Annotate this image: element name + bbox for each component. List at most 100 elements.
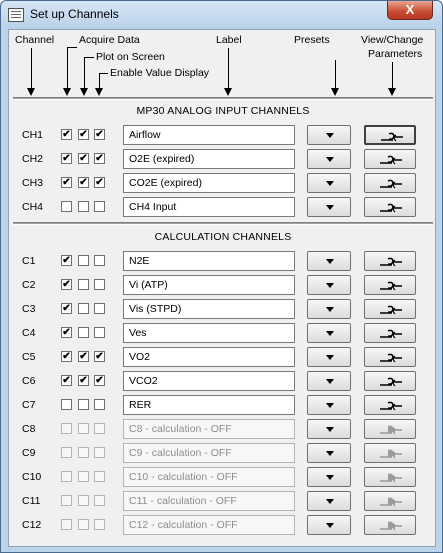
enable-checkbox[interactable] bbox=[94, 495, 105, 506]
view-change-parameters-button[interactable] bbox=[364, 491, 416, 511]
plot-checkbox[interactable] bbox=[78, 447, 89, 458]
presets-dropdown-button[interactable] bbox=[307, 173, 351, 193]
channel-label-input[interactable]: C10 - calculation - OFF bbox=[123, 467, 295, 487]
acquire-checkbox[interactable] bbox=[61, 255, 72, 266]
presets-dropdown-button[interactable] bbox=[307, 443, 351, 463]
plot-checkbox[interactable] bbox=[78, 495, 89, 506]
acquire-checkbox[interactable] bbox=[61, 447, 72, 458]
acquire-checkbox[interactable] bbox=[61, 519, 72, 530]
enable-checkbox[interactable] bbox=[94, 153, 105, 164]
plot-checkbox[interactable] bbox=[78, 471, 89, 482]
enable-checkbox[interactable] bbox=[94, 447, 105, 458]
enable-checkbox[interactable] bbox=[94, 177, 105, 188]
presets-dropdown-button[interactable] bbox=[307, 251, 351, 271]
plot-checkbox[interactable] bbox=[78, 303, 89, 314]
presets-dropdown-button[interactable] bbox=[307, 125, 351, 145]
view-change-parameters-button[interactable] bbox=[364, 173, 416, 193]
presets-dropdown-button[interactable] bbox=[307, 323, 351, 343]
close-button[interactable]: X bbox=[387, 1, 433, 20]
dropdown-triangle-icon bbox=[326, 157, 334, 162]
acquire-checkbox[interactable] bbox=[61, 399, 72, 410]
channel-label-input[interactable]: O2E (expired) bbox=[123, 149, 295, 169]
enable-checkbox[interactable] bbox=[94, 279, 105, 290]
channel-label-input[interactable]: C8 - calculation - OFF bbox=[123, 419, 295, 439]
channel-label-input[interactable]: C11 - calculation - OFF bbox=[123, 491, 295, 511]
channel-label-input[interactable]: VCO2 bbox=[123, 371, 295, 391]
enable-checkbox[interactable] bbox=[94, 471, 105, 482]
view-change-parameters-button[interactable] bbox=[364, 197, 416, 217]
view-change-parameters-button[interactable] bbox=[364, 275, 416, 295]
view-change-parameters-button[interactable] bbox=[364, 251, 416, 271]
title-bar[interactable]: Set up Channels X bbox=[1, 1, 442, 29]
presets-dropdown-button[interactable] bbox=[307, 197, 351, 217]
channel-label-input[interactable]: C12 - calculation - OFF bbox=[123, 515, 295, 535]
plot-checkbox[interactable] bbox=[78, 279, 89, 290]
acquire-checkbox[interactable] bbox=[61, 471, 72, 482]
plot-checkbox[interactable] bbox=[78, 177, 89, 188]
presets-dropdown-button[interactable] bbox=[307, 395, 351, 415]
channel-label-input[interactable]: VO2 bbox=[123, 347, 295, 367]
channel-label-input[interactable]: C9 - calculation - OFF bbox=[123, 443, 295, 463]
enable-checkbox[interactable] bbox=[94, 351, 105, 362]
plot-checkbox[interactable] bbox=[78, 129, 89, 140]
channel-label-input[interactable]: CO2E (expired) bbox=[123, 173, 295, 193]
analog-section-divider bbox=[13, 97, 433, 100]
presets-dropdown-button[interactable] bbox=[307, 467, 351, 487]
plot-checkbox[interactable] bbox=[78, 327, 89, 338]
presets-dropdown-button[interactable] bbox=[307, 515, 351, 535]
enable-checkbox[interactable] bbox=[94, 519, 105, 530]
presets-dropdown-button[interactable] bbox=[307, 419, 351, 439]
acquire-checkbox[interactable] bbox=[61, 177, 72, 188]
enable-checkbox[interactable] bbox=[94, 423, 105, 434]
view-change-parameters-button[interactable] bbox=[364, 323, 416, 343]
presets-dropdown-button[interactable] bbox=[307, 149, 351, 169]
plot-checkbox[interactable] bbox=[78, 351, 89, 362]
view-change-parameters-button[interactable] bbox=[364, 443, 416, 463]
view-change-parameters-button[interactable] bbox=[364, 467, 416, 487]
presets-dropdown-button[interactable] bbox=[307, 299, 351, 319]
view-change-parameters-button[interactable] bbox=[364, 419, 416, 439]
channel-label-input[interactable]: Vi (ATP) bbox=[123, 275, 295, 295]
plot-checkbox[interactable] bbox=[78, 375, 89, 386]
channel-label-input[interactable]: Ves bbox=[123, 323, 295, 343]
acquire-checkbox[interactable] bbox=[61, 351, 72, 362]
view-change-parameters-button[interactable] bbox=[364, 149, 416, 169]
view-change-parameters-button[interactable] bbox=[364, 395, 416, 415]
plot-checkbox[interactable] bbox=[78, 423, 89, 434]
channel-label-input[interactable]: N2E bbox=[123, 251, 295, 271]
presets-dropdown-button[interactable] bbox=[307, 347, 351, 367]
acquire-checkbox[interactable] bbox=[61, 303, 72, 314]
acquire-checkbox[interactable] bbox=[61, 153, 72, 164]
plot-checkbox[interactable] bbox=[78, 201, 89, 212]
enable-checkbox[interactable] bbox=[94, 255, 105, 266]
view-change-parameters-button[interactable] bbox=[364, 371, 416, 391]
acquire-checkbox[interactable] bbox=[61, 423, 72, 434]
acquire-checkbox[interactable] bbox=[61, 129, 72, 140]
plot-checkbox[interactable] bbox=[78, 519, 89, 530]
acquire-checkbox[interactable] bbox=[61, 375, 72, 386]
presets-dropdown-button[interactable] bbox=[307, 275, 351, 295]
channel-label-input[interactable]: RER bbox=[123, 395, 295, 415]
enable-checkbox[interactable] bbox=[94, 375, 105, 386]
channel-label-input[interactable]: CH4 Input bbox=[123, 197, 295, 217]
channel-label-input[interactable]: Airflow bbox=[123, 125, 295, 145]
acquire-checkbox[interactable] bbox=[61, 495, 72, 506]
acquire-checkbox[interactable] bbox=[61, 327, 72, 338]
presets-dropdown-button[interactable] bbox=[307, 491, 351, 511]
enable-checkbox[interactable] bbox=[94, 129, 105, 140]
channel-label-input[interactable]: Vis (STPD) bbox=[123, 299, 295, 319]
enable-checkbox[interactable] bbox=[94, 399, 105, 410]
view-change-parameters-button[interactable] bbox=[364, 125, 416, 145]
enable-checkbox[interactable] bbox=[94, 201, 105, 212]
enable-checkbox[interactable] bbox=[94, 303, 105, 314]
plot-checkbox[interactable] bbox=[78, 153, 89, 164]
view-change-parameters-button[interactable] bbox=[364, 299, 416, 319]
view-change-parameters-button[interactable] bbox=[364, 347, 416, 367]
enable-checkbox[interactable] bbox=[94, 327, 105, 338]
view-change-parameters-button[interactable] bbox=[364, 515, 416, 535]
presets-dropdown-button[interactable] bbox=[307, 371, 351, 391]
acquire-checkbox[interactable] bbox=[61, 279, 72, 290]
acquire-checkbox[interactable] bbox=[61, 201, 72, 212]
plot-checkbox[interactable] bbox=[78, 255, 89, 266]
plot-checkbox[interactable] bbox=[78, 399, 89, 410]
